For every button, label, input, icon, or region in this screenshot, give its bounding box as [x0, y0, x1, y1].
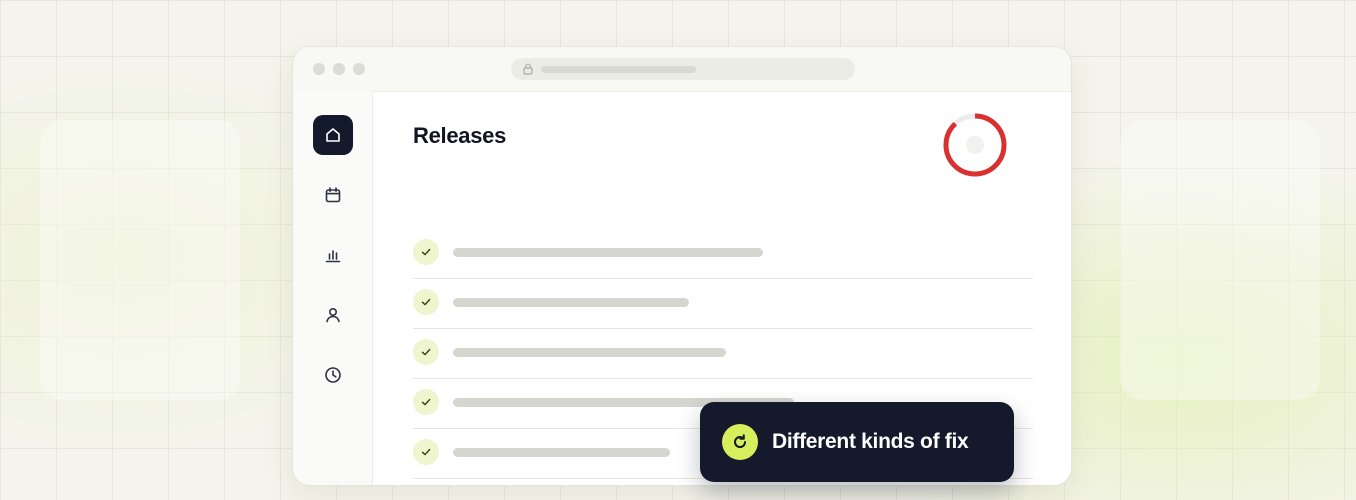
- toast-notification[interactable]: Different kinds of fix: [700, 402, 1014, 482]
- background-card-right: [1120, 120, 1320, 400]
- release-progress-ring: [943, 113, 1007, 177]
- window-minimize-dot[interactable]: [333, 63, 345, 75]
- window-close-dot[interactable]: [313, 63, 325, 75]
- release-title-placeholder: [453, 348, 726, 357]
- home-icon: [326, 128, 340, 142]
- clock-icon: [325, 367, 341, 383]
- address-placeholder-line: [541, 66, 696, 73]
- browser-titlebar: [293, 47, 1071, 92]
- sidebar-item-calendar[interactable]: [313, 175, 353, 215]
- sidebar-item-home[interactable]: [313, 115, 353, 155]
- progress-ring-center: [966, 136, 984, 154]
- release-row[interactable]: [413, 329, 1033, 379]
- check-icon: [413, 289, 439, 315]
- sidebar-item-analytics[interactable]: [313, 235, 353, 275]
- chart-icon: [325, 250, 341, 263]
- address-bar[interactable]: [511, 58, 855, 80]
- page-title: Releases: [413, 123, 507, 148]
- window-maximize-dot[interactable]: [353, 63, 365, 75]
- release-row[interactable]: [413, 279, 1033, 329]
- calendar-icon: [325, 187, 341, 203]
- check-icon: [413, 339, 439, 365]
- release-title-placeholder: [453, 448, 670, 457]
- release-title-placeholder: [453, 248, 763, 257]
- lock-icon: [521, 62, 535, 76]
- check-icon: [413, 239, 439, 265]
- check-icon: [413, 389, 439, 415]
- refresh-icon: [722, 424, 758, 460]
- sidebar: [293, 91, 373, 485]
- toast-message: Different kinds of fix: [772, 430, 969, 453]
- release-row[interactable]: [413, 229, 1033, 279]
- release-title-placeholder: [453, 298, 689, 307]
- background-card-left: [40, 120, 240, 400]
- check-icon: [413, 439, 439, 465]
- sidebar-item-profile[interactable]: [313, 295, 353, 335]
- sidebar-item-history[interactable]: [313, 355, 353, 395]
- user-icon: [326, 307, 340, 323]
